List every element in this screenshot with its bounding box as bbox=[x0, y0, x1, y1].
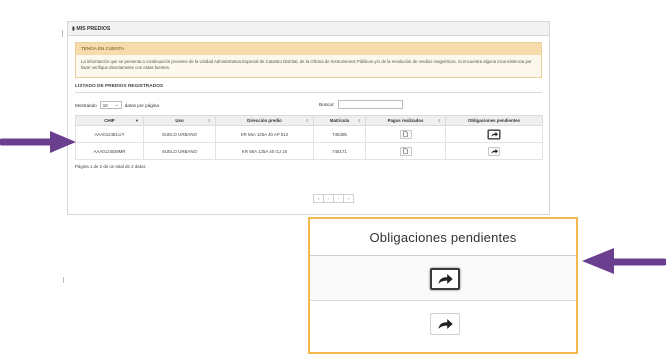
show-prefix: Mostrando bbox=[75, 102, 97, 108]
cell-matricula: 745395 bbox=[313, 125, 366, 143]
mis-predios-panel: ▮ MIS PREDIOS TENGA EN CUENTA La informa… bbox=[67, 21, 550, 215]
table-controls: Mostrando 10 ⌄ datos por página Buscar: bbox=[75, 99, 542, 115]
obligaciones-button-zoomed[interactable] bbox=[430, 268, 460, 290]
document-icon bbox=[403, 148, 408, 154]
column-header-direccion[interactable]: Dirección predio ⇕ bbox=[215, 115, 314, 126]
share-arrow-icon bbox=[438, 273, 453, 284]
margin-mark bbox=[62, 30, 63, 37]
sort-icon: ⇕ bbox=[207, 118, 211, 123]
pagos-button[interactable] bbox=[399, 146, 412, 156]
table-row: AAA0124EMMR SUELO URBANO KR 56A 125A 40 … bbox=[75, 142, 543, 160]
share-arrow-icon bbox=[438, 318, 453, 329]
column-header-pagos[interactable]: Pagos realizados ⇕ bbox=[365, 115, 446, 126]
column-header-chip[interactable]: CHIP ▼ bbox=[75, 115, 144, 126]
sort-icon: ⇕ bbox=[305, 118, 309, 123]
obligaciones-button[interactable] bbox=[488, 129, 500, 139]
purple-arrow-left bbox=[0, 131, 76, 153]
cell-chip: AAA0124ELUY bbox=[75, 125, 144, 143]
margin-mark bbox=[63, 277, 64, 283]
panel-title: ▮ MIS PREDIOS bbox=[68, 22, 549, 36]
cell-pagos bbox=[365, 142, 446, 160]
page-size-value: 10 bbox=[102, 102, 108, 108]
chevron-down-icon: ⌄ bbox=[115, 102, 119, 107]
panel-body: TENGA EN CUENTA La información que se pr… bbox=[68, 36, 549, 169]
table-row: AAA0124ELUY SUELO URBANO KR 56A 125A 40 … bbox=[75, 125, 543, 143]
column-header-obligaciones[interactable]: Obligaciones pendientes bbox=[445, 115, 543, 126]
cell-matricula: 745171 bbox=[313, 142, 366, 160]
zoom-callout: Obligaciones pendientes bbox=[308, 217, 578, 354]
share-arrow-icon bbox=[491, 131, 498, 136]
page-size-select[interactable]: 10 ⌄ bbox=[99, 101, 122, 109]
obligaciones-button[interactable] bbox=[488, 146, 500, 156]
sort-icon: ⇕ bbox=[437, 118, 441, 123]
cell-direccion: KR 56A 125A 40 AP 512 bbox=[215, 125, 314, 143]
column-header-uso[interactable]: Uso ⇕ bbox=[143, 115, 216, 126]
purple-arrow-right bbox=[582, 248, 666, 274]
document-icon bbox=[403, 131, 408, 137]
sort-desc-icon: ▼ bbox=[135, 118, 139, 123]
notice-box: TENGA EN CUENTA La información que se pr… bbox=[75, 42, 542, 78]
obligaciones-button-zoomed[interactable] bbox=[430, 313, 460, 335]
show-suffix: datos por página bbox=[124, 102, 159, 108]
search-control: Buscar: bbox=[319, 100, 403, 109]
cell-direccion: KR 56A 125A 40 GJ 15 bbox=[215, 142, 314, 160]
notice-text: La información que se presenta a continu… bbox=[81, 59, 532, 70]
pagos-button[interactable] bbox=[399, 129, 412, 139]
page-size-control: Mostrando 10 ⌄ datos por página bbox=[75, 101, 159, 109]
cell-chip: AAA0124EMMR bbox=[75, 142, 144, 160]
cell-obligaciones bbox=[445, 125, 543, 143]
share-arrow-icon bbox=[491, 148, 498, 153]
cell-uso: SUELO URBANO bbox=[143, 142, 216, 160]
column-header-matricula[interactable]: Matrícula ⇕ bbox=[313, 115, 366, 126]
table-header-row: CHIP ▼ Uso ⇕ Dirección predio ⇕ Matrícula ⇕ … bbox=[75, 115, 543, 126]
cell-uso: SUELO URBANO bbox=[143, 125, 216, 143]
sort-icon: ⇕ bbox=[357, 118, 361, 123]
zoom-row bbox=[310, 256, 576, 301]
cell-pagos bbox=[365, 125, 446, 143]
cell-obligaciones bbox=[445, 142, 543, 160]
home-icon: ▮ bbox=[72, 26, 75, 32]
last-page-button[interactable]: » bbox=[343, 194, 354, 203]
predios-table: CHIP ▼ Uso ⇕ Dirección predio ⇕ Matrícula ⇕ … bbox=[75, 115, 543, 160]
divider bbox=[75, 92, 542, 93]
notice-heading: TENGA EN CUENTA bbox=[76, 43, 541, 55]
pagination-info: Página 1 de 2 de un total de 2 datos bbox=[75, 164, 146, 169]
zoom-heading: Obligaciones pendientes bbox=[310, 219, 576, 256]
search-label: Buscar: bbox=[319, 102, 335, 107]
pagination: « ‹ › » bbox=[313, 194, 354, 203]
list-title: LISTADO DE PREDIOS REGISTRADOS bbox=[75, 84, 164, 89]
zoom-row bbox=[310, 301, 576, 346]
search-input[interactable] bbox=[337, 100, 403, 109]
